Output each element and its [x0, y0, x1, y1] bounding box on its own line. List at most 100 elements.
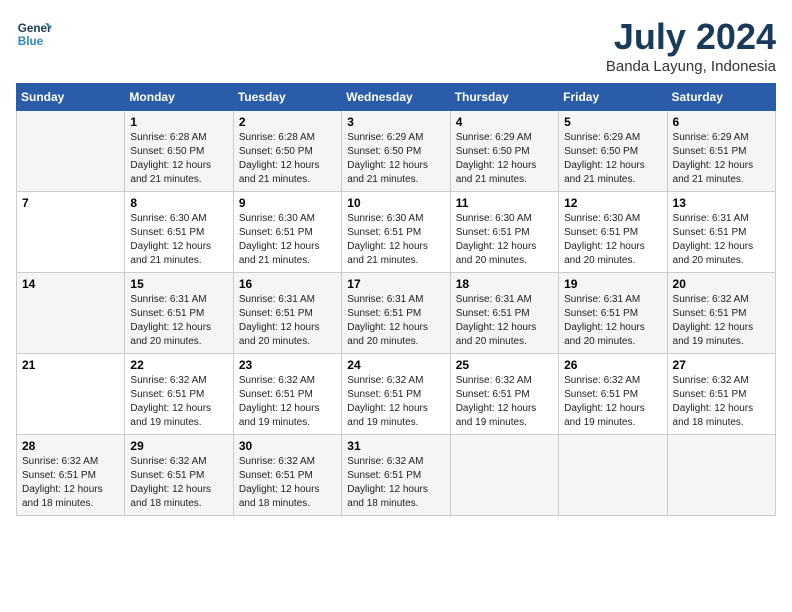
day-number: 3: [347, 115, 444, 129]
day-number: 1: [130, 115, 227, 129]
day-number: 29: [130, 439, 227, 453]
col-saturday: Saturday: [667, 84, 775, 111]
day-number: 10: [347, 196, 444, 210]
calendar-cell: 31 Sunrise: 6:32 AM Sunset: 6:51 PM Dayli…: [342, 435, 450, 516]
calendar-cell: [667, 435, 775, 516]
calendar-cell: 18 Sunrise: 6:31 AM Sunset: 6:51 PM Dayli…: [450, 273, 558, 354]
calendar-cell: 10 Sunrise: 6:30 AM Sunset: 6:51 PM Dayli…: [342, 192, 450, 273]
day-number: 19: [564, 277, 661, 291]
calendar-cell: [559, 435, 667, 516]
day-info: Sunrise: 6:31 AM Sunset: 6:51 PM Dayligh…: [239, 293, 336, 349]
calendar-cell: 21: [17, 354, 125, 435]
month-title: July 2024: [606, 16, 776, 58]
day-number: 15: [130, 277, 227, 291]
day-number: 23: [239, 358, 336, 372]
calendar-week-1: 1 Sunrise: 6:28 AM Sunset: 6:50 PM Daylig…: [17, 111, 776, 192]
day-info: Sunrise: 6:28 AM Sunset: 6:50 PM Dayligh…: [239, 131, 336, 187]
calendar-cell: 25 Sunrise: 6:32 AM Sunset: 6:51 PM Dayli…: [450, 354, 558, 435]
calendar-cell: 5 Sunrise: 6:29 AM Sunset: 6:50 PM Daylig…: [559, 111, 667, 192]
day-number: 25: [456, 358, 553, 372]
day-info: Sunrise: 6:32 AM Sunset: 6:51 PM Dayligh…: [347, 455, 444, 511]
col-friday: Friday: [559, 84, 667, 111]
day-info: Sunrise: 6:30 AM Sunset: 6:51 PM Dayligh…: [564, 212, 661, 268]
day-info: Sunrise: 6:29 AM Sunset: 6:51 PM Dayligh…: [673, 131, 770, 187]
col-thursday: Thursday: [450, 84, 558, 111]
day-number: 6: [673, 115, 770, 129]
col-monday: Monday: [125, 84, 233, 111]
calendar-week-2: 78 Sunrise: 6:30 AM Sunset: 6:51 PM Dayli…: [17, 192, 776, 273]
day-number: 27: [673, 358, 770, 372]
location-title: Banda Layung, Indonesia: [606, 58, 776, 75]
day-number: 4: [456, 115, 553, 129]
header-row: Sunday Monday Tuesday Wednesday Thursday…: [17, 84, 776, 111]
day-number: 26: [564, 358, 661, 372]
day-number: 21: [22, 358, 119, 372]
calendar-cell: 20Sunrise: 6:32 AM Sunset: 6:51 PM Dayli…: [667, 273, 775, 354]
calendar-cell: [450, 435, 558, 516]
day-number: 11: [456, 196, 553, 210]
logo: General Blue: [16, 16, 56, 52]
calendar-cell: 24 Sunrise: 6:32 AM Sunset: 6:51 PM Dayli…: [342, 354, 450, 435]
day-number: 12: [564, 196, 661, 210]
day-number: 14: [22, 277, 119, 291]
calendar-cell: 29 Sunrise: 6:32 AM Sunset: 6:51 PM Dayli…: [125, 435, 233, 516]
calendar-cell: 2 Sunrise: 6:28 AM Sunset: 6:50 PM Daylig…: [233, 111, 341, 192]
day-number: 28: [22, 439, 119, 453]
calendar-week-5: 28 Sunrise: 6:32 AM Sunset: 6:51 PM Dayli…: [17, 435, 776, 516]
title-block: July 2024 Banda Layung, Indonesia: [606, 16, 776, 75]
day-info: Sunrise: 6:32 AM Sunset: 6:51 PM Dayligh…: [239, 374, 336, 430]
calendar-cell: 14: [17, 273, 125, 354]
day-info: Sunrise: 6:32 AM Sunset: 6:51 PM Dayligh…: [130, 374, 227, 430]
day-info: Sunrise: 6:32 AM Sunset: 6:51 PM Dayligh…: [456, 374, 553, 430]
calendar-cell: 12 Sunrise: 6:30 AM Sunset: 6:51 PM Dayli…: [559, 192, 667, 273]
calendar-cell: 1Sunrise: 6:28 AM Sunset: 6:50 PM Daylig…: [125, 111, 233, 192]
day-number: 7: [22, 196, 119, 210]
day-info: Sunrise: 6:30 AM Sunset: 6:51 PM Dayligh…: [347, 212, 444, 268]
calendar-cell: 11 Sunrise: 6:30 AM Sunset: 6:51 PM Dayli…: [450, 192, 558, 273]
calendar-cell: 26 Sunrise: 6:32 AM Sunset: 6:51 PM Dayli…: [559, 354, 667, 435]
col-tuesday: Tuesday: [233, 84, 341, 111]
day-info: Sunrise: 6:31 AM Sunset: 6:51 PM Dayligh…: [347, 293, 444, 349]
day-number: 17: [347, 277, 444, 291]
day-info: Sunrise: 6:30 AM Sunset: 6:51 PM Dayligh…: [456, 212, 553, 268]
day-number: 16: [239, 277, 336, 291]
day-info: Sunrise: 6:29 AM Sunset: 6:50 PM Dayligh…: [456, 131, 553, 187]
day-info: Sunrise: 6:32 AM Sunset: 6:51 PM Dayligh…: [22, 455, 119, 511]
day-info: Sunrise: 6:32 AM Sunset: 6:51 PM Dayligh…: [564, 374, 661, 430]
calendar-cell: 9 Sunrise: 6:30 AM Sunset: 6:51 PM Daylig…: [233, 192, 341, 273]
day-number: 2: [239, 115, 336, 129]
day-number: 8: [130, 196, 227, 210]
calendar-cell: 17 Sunrise: 6:31 AM Sunset: 6:51 PM Dayli…: [342, 273, 450, 354]
calendar-cell: 4 Sunrise: 6:29 AM Sunset: 6:50 PM Daylig…: [450, 111, 558, 192]
day-info: Sunrise: 6:30 AM Sunset: 6:51 PM Dayligh…: [239, 212, 336, 268]
day-info: Sunrise: 6:31 AM Sunset: 6:51 PM Dayligh…: [456, 293, 553, 349]
day-number: 13: [673, 196, 770, 210]
calendar-cell: 15Sunrise: 6:31 AM Sunset: 6:51 PM Dayli…: [125, 273, 233, 354]
col-sunday: Sunday: [17, 84, 125, 111]
day-info: Sunrise: 6:29 AM Sunset: 6:50 PM Dayligh…: [564, 131, 661, 187]
calendar-cell: 16 Sunrise: 6:31 AM Sunset: 6:51 PM Dayli…: [233, 273, 341, 354]
day-info: Sunrise: 6:30 AM Sunset: 6:51 PM Dayligh…: [130, 212, 227, 268]
svg-text:Blue: Blue: [18, 35, 44, 48]
calendar-cell: 19 Sunrise: 6:31 AM Sunset: 6:51 PM Dayli…: [559, 273, 667, 354]
day-number: 31: [347, 439, 444, 453]
day-info: Sunrise: 6:32 AM Sunset: 6:51 PM Dayligh…: [130, 455, 227, 511]
calendar-cell: 6 Sunrise: 6:29 AM Sunset: 6:51 PM Daylig…: [667, 111, 775, 192]
calendar-week-4: 21 22 Sunrise: 6:32 AM Sunset: 6:51 PM Day…: [17, 354, 776, 435]
day-info: Sunrise: 6:29 AM Sunset: 6:50 PM Dayligh…: [347, 131, 444, 187]
day-info: Sunrise: 6:32 AM Sunset: 6:51 PM Dayligh…: [673, 293, 770, 349]
day-info: Sunrise: 6:32 AM Sunset: 6:51 PM Dayligh…: [347, 374, 444, 430]
day-info: Sunrise: 6:31 AM Sunset: 6:51 PM Dayligh…: [673, 212, 770, 268]
day-info: Sunrise: 6:32 AM Sunset: 6:51 PM Dayligh…: [239, 455, 336, 511]
day-number: 5: [564, 115, 661, 129]
day-number: 18: [456, 277, 553, 291]
day-number: 22: [130, 358, 227, 372]
calendar-header: Sunday Monday Tuesday Wednesday Thursday…: [17, 84, 776, 111]
calendar-cell: 27Sunrise: 6:32 AM Sunset: 6:51 PM Dayli…: [667, 354, 775, 435]
calendar-cell: 23 Sunrise: 6:32 AM Sunset: 6:51 PM Dayli…: [233, 354, 341, 435]
day-info: Sunrise: 6:31 AM Sunset: 6:51 PM Dayligh…: [564, 293, 661, 349]
calendar-cell: 28 Sunrise: 6:32 AM Sunset: 6:51 PM Dayli…: [17, 435, 125, 516]
day-number: 9: [239, 196, 336, 210]
calendar-cell: 22 Sunrise: 6:32 AM Sunset: 6:51 PM Dayli…: [125, 354, 233, 435]
day-number: 24: [347, 358, 444, 372]
